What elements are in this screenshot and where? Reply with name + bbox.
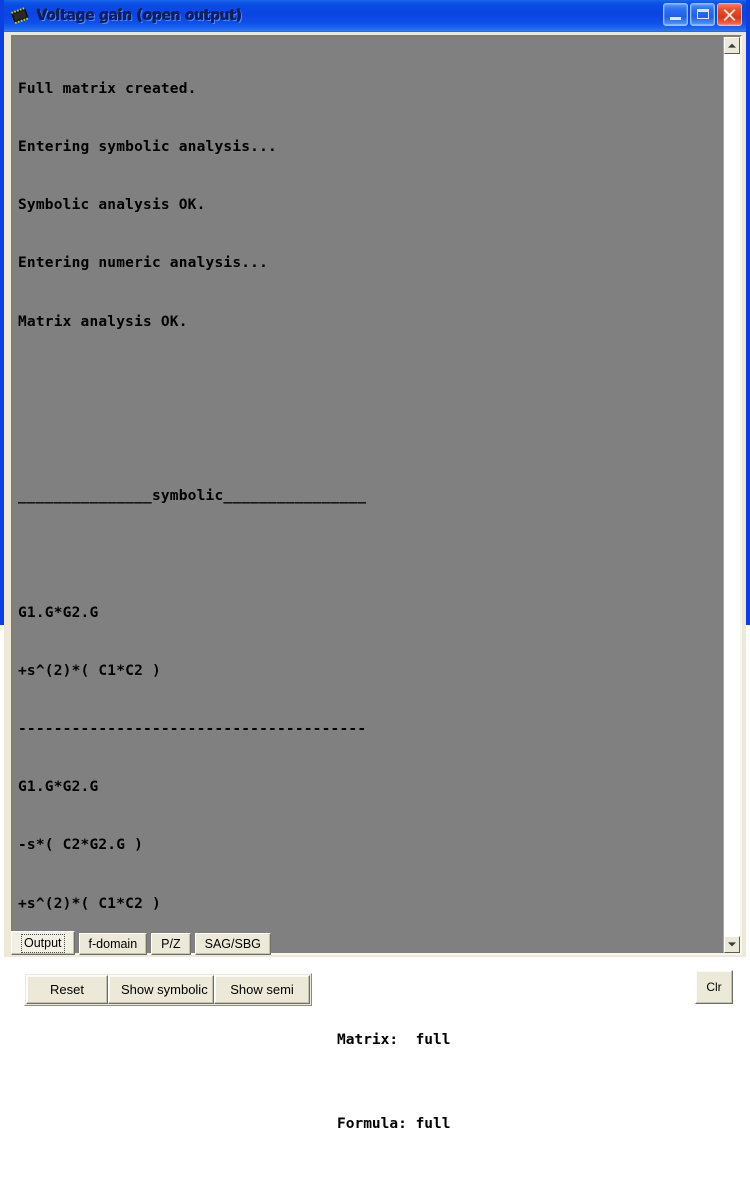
output-line: Entering symbolic analysis...: [18, 139, 277, 156]
reset-button[interactable]: Reset: [26, 974, 108, 1004]
tab-sag-sbg-label: SAG/SBG: [204, 936, 261, 951]
tab-pz[interactable]: P/Z: [151, 932, 191, 955]
output-line: Full matrix created.: [18, 80, 197, 97]
output-numerator-line: +s^(2)*( C1*C2 ): [18, 662, 161, 679]
output-scrollbar[interactable]: [723, 37, 740, 953]
status-info: Matrix: full Formula: full: [337, 970, 451, 1194]
chip-icon: [9, 7, 31, 25]
minimize-icon: [670, 17, 681, 20]
scroll-down-icon: [728, 942, 736, 947]
tab-strip: Output f-domain P/Z SAG/SBG: [11, 930, 271, 955]
tab-output[interactable]: Output: [11, 930, 75, 955]
window-controls: [663, 3, 742, 26]
close-button[interactable]: [717, 3, 742, 26]
scrollbar-track[interactable]: [724, 54, 740, 936]
tab-output-label: Output: [21, 933, 65, 953]
title-bar[interactable]: Voltage gain (open output): [4, 0, 746, 32]
scroll-up-button[interactable]: [724, 37, 740, 54]
scroll-down-button[interactable]: [724, 935, 740, 953]
show-symbolic-button[interactable]: Show symbolic: [108, 974, 214, 1004]
output-text-content[interactable]: Full matrix created. Entering symbolic a…: [13, 37, 723, 953]
tab-f-domain-label: f-domain: [88, 936, 138, 951]
clear-button[interactable]: Clr: [695, 969, 733, 1004]
maximize-icon: [697, 9, 709, 19]
output-numerator-line: G1.G*G2.G: [18, 604, 99, 621]
output-line: Symbolic analysis OK.: [18, 197, 206, 214]
tab-pz-label: P/Z: [161, 936, 181, 951]
output-console[interactable]: Full matrix created. Entering symbolic a…: [11, 35, 742, 955]
output-denominator-line: +s^(2)*( C1*C2 ): [18, 895, 161, 912]
client-area: Full matrix created. Entering symbolic a…: [4, 32, 746, 1132]
application-window: Voltage gain (open output) Full matrix c…: [0, 0, 750, 1132]
action-button-group: Reset Show symbolic Show semi: [24, 972, 312, 1006]
output-denominator-line: G1.G*G2.G: [18, 779, 99, 796]
matrix-status: Matrix: full: [337, 1031, 451, 1048]
window-title: Voltage gain (open output): [37, 8, 243, 24]
output-section-header: _______________symbolic________________: [18, 488, 367, 505]
output-denominator-line: -s*( C2*G2.G ): [18, 837, 144, 854]
minimize-button[interactable]: [663, 3, 688, 26]
formula-status: Formula: full: [337, 1115, 451, 1132]
output-line: Matrix analysis OK.: [18, 313, 188, 330]
maximize-button[interactable]: [690, 3, 715, 26]
tab-f-domain[interactable]: f-domain: [78, 932, 148, 955]
output-line: Entering numeric analysis...: [18, 255, 269, 272]
tab-sag-sbg[interactable]: SAG/SBG: [194, 932, 271, 955]
scroll-up-icon: [728, 43, 736, 48]
show-semi-button[interactable]: Show semi: [214, 974, 310, 1004]
output-fraction-bar: ---------------------------------------: [18, 721, 367, 738]
